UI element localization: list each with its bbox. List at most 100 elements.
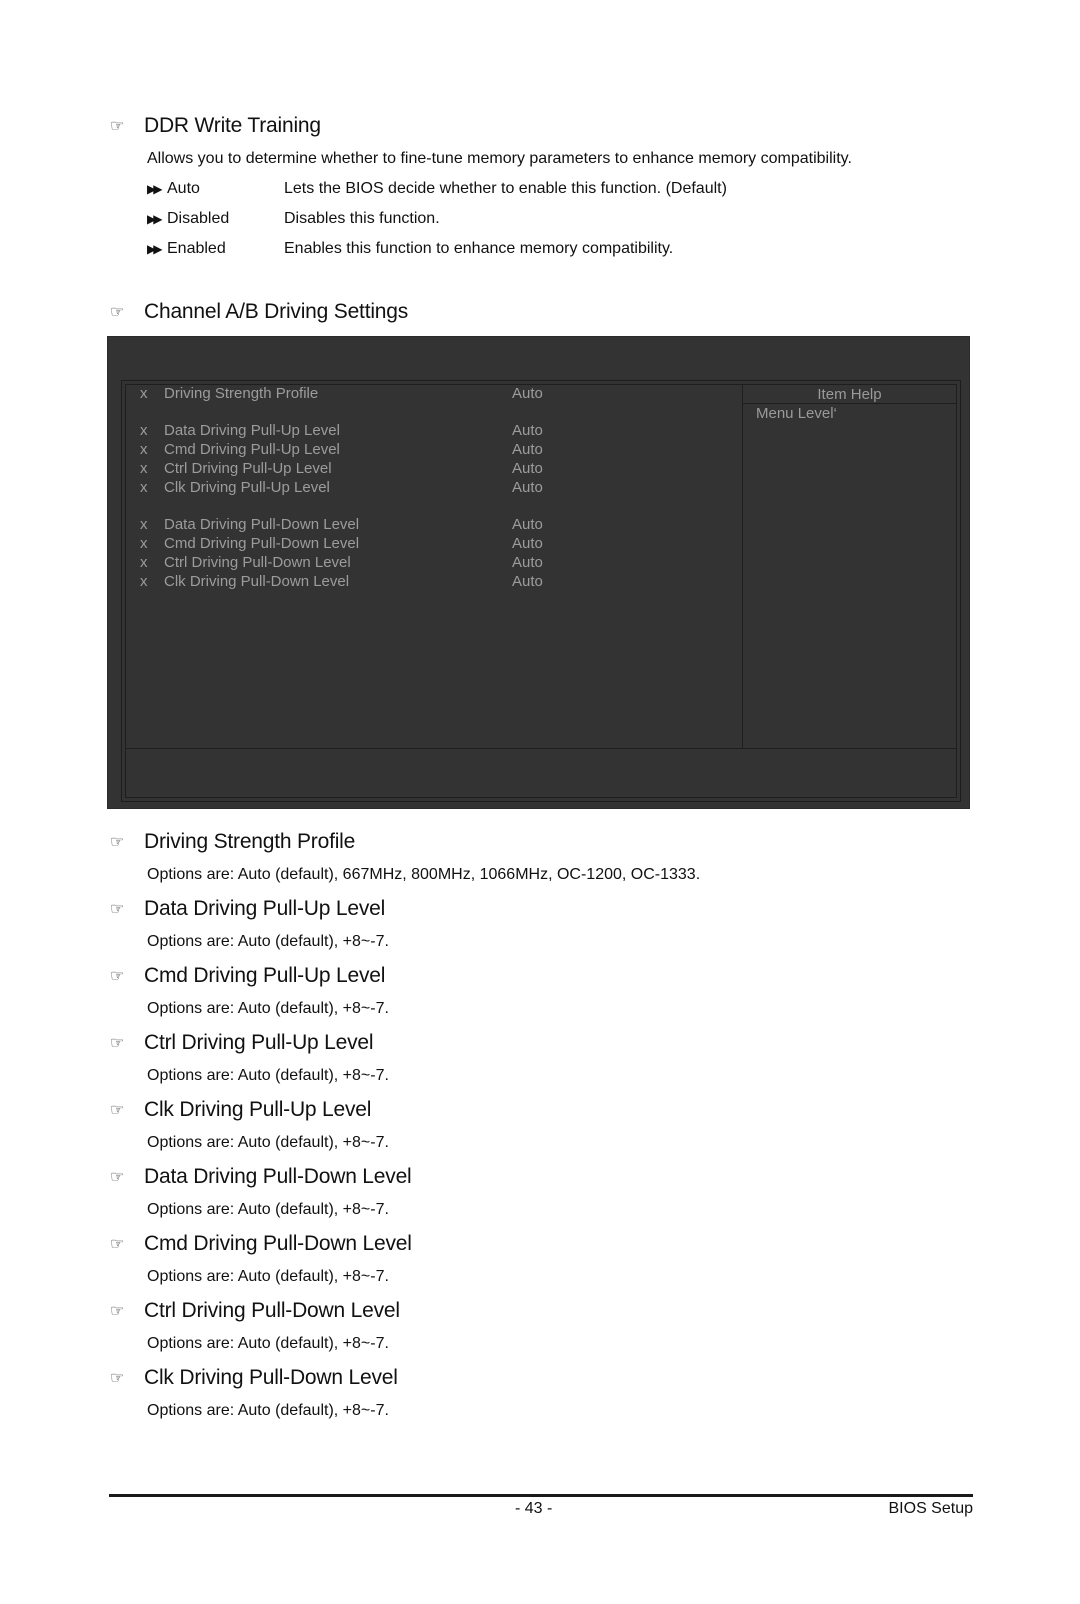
- footer-divider: [109, 1494, 973, 1497]
- section-text: Options are: Auto (default), +8~-7.: [147, 1134, 389, 1151]
- bios-item[interactable]: x Data Driving Pull-Up Level Auto: [140, 422, 543, 439]
- bios-item[interactable]: x Cmd Driving Pull-Down Level Auto: [140, 535, 543, 552]
- section-text: Options are: Auto (default), 667MHz, 800…: [147, 866, 701, 883]
- item-label: Driving Strength Profile: [164, 385, 319, 402]
- bios-screen: Item Help Menu Level‘ x Driving Strength…: [107, 336, 970, 809]
- disabled-marker: x: [140, 422, 148, 439]
- pointing-hand-icon: ☞: [110, 1370, 125, 1387]
- option-auto: ▶▶ Auto Lets the BIOS decide whether to …: [147, 180, 727, 198]
- ddr-write-training-heading: ☞ DDR Write Training: [110, 114, 321, 138]
- channel-settings-heading: ☞ Channel A/B Driving Settings: [110, 300, 408, 324]
- item-label: Cmd Driving Pull-Up Level: [164, 441, 340, 458]
- heading-text: Clk Driving Pull-Up Level: [144, 1098, 372, 1121]
- heading-text: Data Driving Pull-Down Level: [144, 1165, 412, 1188]
- section-heading: ☞ Driving Strength Profile: [110, 830, 355, 854]
- heading-text: Clk Driving Pull-Down Level: [144, 1366, 398, 1389]
- page-number: - 43 -: [515, 1500, 553, 1517]
- section-heading: ☞ Clk Driving Pull-Up Level: [110, 1098, 371, 1122]
- pointing-hand-icon: ☞: [110, 1102, 125, 1119]
- pointing-hand-icon: ☞: [110, 1303, 125, 1320]
- section-heading: ☞ Ctrl Driving Pull-Down Level: [110, 1299, 400, 1323]
- pointing-hand-icon: ☞: [110, 118, 125, 135]
- option-name: Auto: [167, 180, 200, 197]
- ddr-write-training-description: Allows you to determine whether to fine-…: [147, 150, 852, 167]
- section-text: Options are: Auto (default), +8~-7.: [147, 1000, 389, 1017]
- heading-text: Cmd Driving Pull-Up Level: [144, 964, 386, 987]
- disabled-marker: x: [140, 573, 148, 590]
- item-value: Auto: [512, 516, 543, 533]
- disabled-marker: x: [140, 516, 148, 533]
- heading-text: Ctrl Driving Pull-Down Level: [144, 1299, 400, 1322]
- bios-item[interactable]: x Ctrl Driving Pull-Down Level Auto: [140, 554, 543, 571]
- bios-item[interactable]: x Cmd Driving Pull-Up Level Auto: [140, 441, 543, 458]
- option-name: Enabled: [167, 240, 226, 257]
- divider-vertical: [742, 385, 743, 748]
- pointing-hand-icon: ☞: [110, 901, 125, 918]
- item-label: Cmd Driving Pull-Down Level: [164, 535, 360, 552]
- item-value: Auto: [512, 535, 543, 552]
- heading-text: Driving Strength Profile: [144, 830, 356, 853]
- disabled-marker: x: [140, 441, 148, 458]
- section-heading: ☞ Cmd Driving Pull-Down Level: [110, 1232, 412, 1256]
- option-disabled: ▶▶ Disabled Disables this function.: [147, 210, 440, 228]
- pointing-hand-icon: ☞: [110, 1035, 125, 1052]
- item-label: Ctrl Driving Pull-Up Level: [164, 460, 332, 477]
- bios-inner-frame: Item Help Menu Level‘ x Driving Strength…: [125, 384, 957, 798]
- item-value: Auto: [512, 460, 543, 477]
- footer-section-title: BIOS Setup: [888, 1500, 974, 1517]
- item-value: Auto: [512, 385, 543, 402]
- bios-item[interactable]: x Data Driving Pull-Down Level Auto: [140, 516, 543, 533]
- bios-frame: Item Help Menu Level‘ x Driving Strength…: [121, 380, 961, 802]
- item-label: Data Driving Pull-Up Level: [164, 422, 340, 439]
- section-text: Options are: Auto (default), +8~-7.: [147, 1067, 389, 1084]
- pointing-hand-icon: ☞: [110, 1169, 125, 1186]
- option-enabled: ▶▶ Enabled Enables this function to enha…: [147, 240, 673, 258]
- section-text: Options are: Auto (default), +8~-7.: [147, 1402, 389, 1419]
- double-arrow-icon: ▶▶: [147, 212, 162, 226]
- item-label: Clk Driving Pull-Up Level: [164, 479, 330, 496]
- double-arrow-icon: ▶▶: [147, 242, 162, 256]
- pointing-hand-icon: ☞: [110, 304, 125, 321]
- option-name: Disabled: [167, 210, 230, 227]
- heading-text: Ctrl Driving Pull-Up Level: [144, 1031, 374, 1054]
- item-value: Auto: [512, 479, 543, 496]
- option-desc: Enables this function to enhance memory …: [284, 240, 674, 257]
- divider-horizontal: [126, 748, 956, 749]
- bios-item[interactable]: x Clk Driving Pull-Up Level Auto: [140, 479, 543, 496]
- double-arrow-icon: ▶▶: [147, 182, 162, 196]
- bios-item[interactable]: x Clk Driving Pull-Down Level Auto: [140, 573, 543, 590]
- bios-item[interactable]: x Ctrl Driving Pull-Up Level Auto: [140, 460, 543, 477]
- section-text: Options are: Auto (default), +8~-7.: [147, 1335, 389, 1352]
- section-text: Options are: Auto (default), +8~-7.: [147, 1268, 389, 1285]
- disabled-marker: x: [140, 385, 148, 402]
- item-help-header: Item Help: [743, 385, 956, 404]
- pointing-hand-icon: ☞: [110, 834, 125, 851]
- disabled-marker: x: [140, 535, 148, 552]
- heading-text: DDR Write Training: [144, 114, 321, 137]
- section-heading: ☞ Clk Driving Pull-Down Level: [110, 1366, 398, 1390]
- heading-text: Channel A/B Driving Settings: [144, 300, 409, 323]
- pointing-hand-icon: ☞: [110, 968, 125, 985]
- item-value: Auto: [512, 573, 543, 590]
- pointing-hand-icon: ☞: [110, 1236, 125, 1253]
- bios-item[interactable]: x Driving Strength Profile Auto: [140, 385, 543, 402]
- section-heading: ☞ Ctrl Driving Pull-Up Level: [110, 1031, 374, 1055]
- heading-text: Cmd Driving Pull-Down Level: [144, 1232, 412, 1255]
- item-value: Auto: [512, 422, 543, 439]
- disabled-marker: x: [140, 554, 148, 571]
- item-value: Auto: [512, 441, 543, 458]
- section-heading: ☞ Data Driving Pull-Down Level: [110, 1165, 412, 1189]
- heading-text: Data Driving Pull-Up Level: [144, 897, 386, 920]
- item-help-text: Menu Level‘: [756, 405, 837, 422]
- section-text: Options are: Auto (default), +8~-7.: [147, 933, 389, 950]
- section-heading: ☞ Data Driving Pull-Up Level: [110, 897, 385, 921]
- disabled-marker: x: [140, 460, 148, 477]
- item-label: Clk Driving Pull-Down Level: [164, 573, 350, 590]
- disabled-marker: x: [140, 479, 148, 496]
- option-desc: Disables this function.: [284, 210, 440, 227]
- item-label: Ctrl Driving Pull-Down Level: [164, 554, 351, 571]
- item-label: Data Driving Pull-Down Level: [164, 516, 360, 533]
- option-desc: Lets the BIOS decide whether to enable t…: [284, 180, 727, 197]
- item-value: Auto: [512, 554, 543, 571]
- section-text: Options are: Auto (default), +8~-7.: [147, 1201, 389, 1218]
